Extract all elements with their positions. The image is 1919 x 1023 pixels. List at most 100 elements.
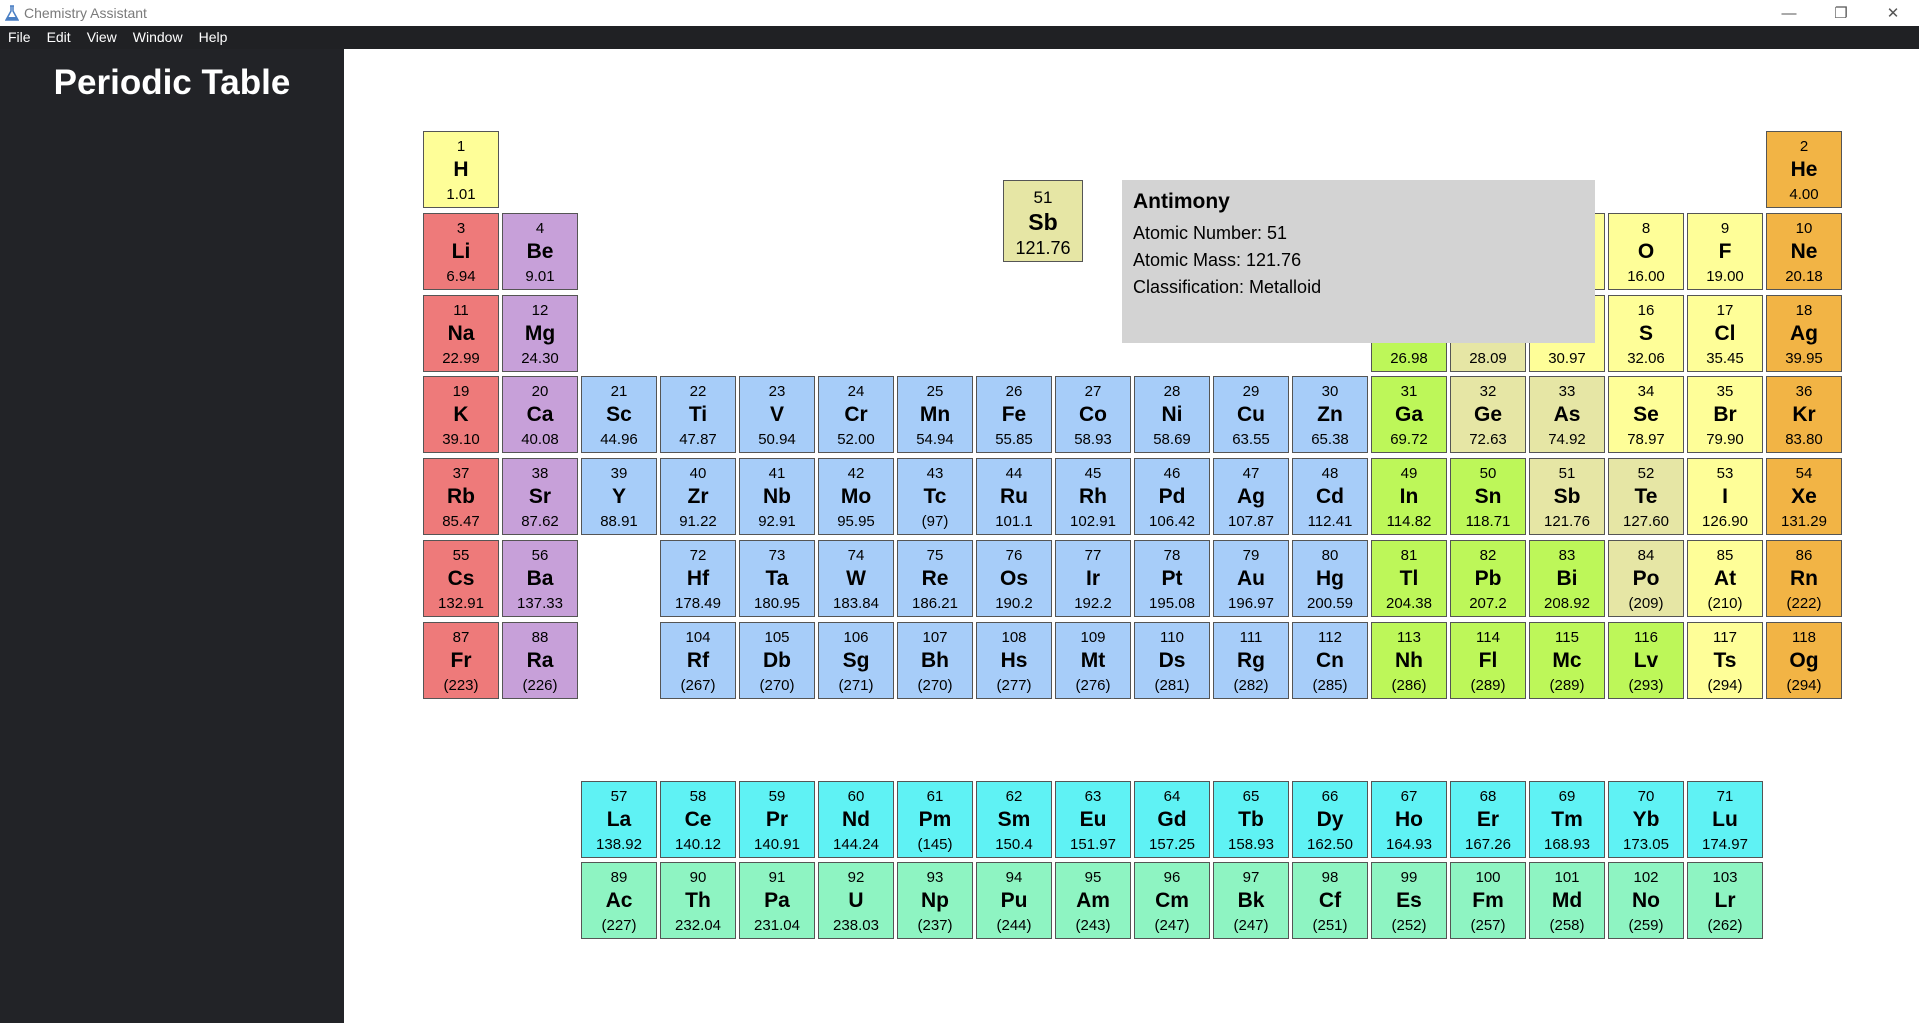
element-cell-cm[interactable]: 96 Cm (247) [1134, 862, 1210, 939]
element-cell-bh[interactable]: 107 Bh (270) [897, 621, 973, 699]
element-cell-s[interactable]: 16 S 32.06 [1608, 294, 1684, 372]
element-cell-kr[interactable]: 36 Kr 83.80 [1766, 376, 1842, 454]
element-cell-np[interactable]: 93 Np (237) [897, 862, 973, 939]
element-cell-ne[interactable]: 10 Ne 20.18 [1766, 212, 1842, 290]
element-cell-nh[interactable]: 113 Nh (286) [1371, 621, 1447, 699]
element-cell-ni[interactable]: 28 Ni 58.69 [1134, 376, 1210, 454]
element-cell-ag[interactable]: 47 Ag 107.87 [1213, 458, 1289, 535]
element-cell-ts[interactable]: 117 Ts (294) [1687, 621, 1763, 699]
menu-window[interactable]: Window [125, 26, 191, 49]
element-cell-hg[interactable]: 80 Hg 200.59 [1292, 539, 1368, 617]
element-cell-lr[interactable]: 103 Lr (262) [1687, 862, 1763, 939]
element-cell-cd[interactable]: 48 Cd 112.41 [1292, 458, 1368, 535]
element-cell-fe[interactable]: 26 Fe 55.85 [976, 376, 1052, 454]
element-cell-am[interactable]: 95 Am (243) [1055, 862, 1131, 939]
element-cell-hf[interactable]: 72 Hf 178.49 [660, 539, 736, 617]
element-cell-mc[interactable]: 115 Mc (289) [1529, 621, 1605, 699]
element-cell-w[interactable]: 74 W 183.84 [818, 539, 894, 617]
element-cell-db[interactable]: 105 Db (270) [739, 621, 815, 699]
element-cell-dy[interactable]: 66 Dy 162.50 [1292, 781, 1368, 858]
element-cell-cu[interactable]: 29 Cu 63.55 [1213, 376, 1289, 454]
element-cell-os[interactable]: 76 Os 190.2 [976, 539, 1052, 617]
element-cell-be[interactable]: 4 Be 9.01 [502, 212, 578, 290]
element-cell-rh[interactable]: 45 Rh 102.91 [1055, 458, 1131, 535]
element-cell-at[interactable]: 85 At (210) [1687, 539, 1763, 617]
element-cell-as[interactable]: 33 As 74.92 [1529, 376, 1605, 454]
element-cell-la[interactable]: 57 La 138.92 [581, 781, 657, 858]
element-cell-mg[interactable]: 12 Mg 24.30 [502, 294, 578, 372]
element-cell-te[interactable]: 52 Te 127.60 [1608, 458, 1684, 535]
menu-view[interactable]: View [79, 26, 125, 49]
element-cell-cn[interactable]: 112 Cn (285) [1292, 621, 1368, 699]
element-cell-ca[interactable]: 20 Ca 40.08 [502, 376, 578, 454]
restore-button[interactable]: ❐ [1818, 0, 1864, 26]
menu-edit[interactable]: Edit [39, 26, 79, 49]
element-cell-au[interactable]: 79 Au 196.97 [1213, 539, 1289, 617]
element-cell-th[interactable]: 90 Th 232.04 [660, 862, 736, 939]
element-cell-cs[interactable]: 55 Cs 132.91 [423, 539, 499, 617]
element-cell-li[interactable]: 3 Li 6.94 [423, 212, 499, 290]
close-button[interactable]: ✕ [1870, 0, 1916, 26]
element-cell-cf[interactable]: 98 Cf (251) [1292, 862, 1368, 939]
element-cell-ta[interactable]: 73 Ta 180.95 [739, 539, 815, 617]
element-cell-no[interactable]: 102 No (259) [1608, 862, 1684, 939]
element-cell-f[interactable]: 9 F 19.00 [1687, 212, 1763, 290]
element-cell-cr[interactable]: 24 Cr 52.00 [818, 376, 894, 454]
element-cell-pu[interactable]: 94 Pu (244) [976, 862, 1052, 939]
element-cell-in[interactable]: 49 In 114.82 [1371, 458, 1447, 535]
element-cell-fl[interactable]: 114 Fl (289) [1450, 621, 1526, 699]
element-cell-se[interactable]: 34 Se 78.97 [1608, 376, 1684, 454]
element-cell-tc[interactable]: 43 Tc (97) [897, 458, 973, 535]
element-cell-ir[interactable]: 77 Ir 192.2 [1055, 539, 1131, 617]
element-cell-yb[interactable]: 70 Yb 173.05 [1608, 781, 1684, 858]
element-cell-pb[interactable]: 82 Pb 207.2 [1450, 539, 1526, 617]
element-cell-sc[interactable]: 21 Sc 44.96 [581, 376, 657, 454]
element-cell-lv[interactable]: 116 Lv (293) [1608, 621, 1684, 699]
element-cell-nb[interactable]: 41 Nb 92.91 [739, 458, 815, 535]
element-cell-ba[interactable]: 56 Ba 137.33 [502, 539, 578, 617]
element-cell-mo[interactable]: 42 Mo 95.95 [818, 458, 894, 535]
element-cell-ga[interactable]: 31 Ga 69.72 [1371, 376, 1447, 454]
element-cell-tm[interactable]: 69 Tm 168.93 [1529, 781, 1605, 858]
element-cell-pd[interactable]: 46 Pd 106.42 [1134, 458, 1210, 535]
element-cell-rb[interactable]: 37 Rb 85.47 [423, 458, 499, 535]
element-cell-bk[interactable]: 97 Bk (247) [1213, 862, 1289, 939]
element-cell-k[interactable]: 19 K 39.10 [423, 376, 499, 454]
element-cell-sr[interactable]: 38 Sr 87.62 [502, 458, 578, 535]
element-cell-cl[interactable]: 17 Cl 35.45 [1687, 294, 1763, 372]
element-cell-ac[interactable]: 89 Ac (227) [581, 862, 657, 939]
element-cell-ds[interactable]: 110 Ds (281) [1134, 621, 1210, 699]
element-cell-zn[interactable]: 30 Zn 65.38 [1292, 376, 1368, 454]
element-cell-er[interactable]: 68 Er 167.26 [1450, 781, 1526, 858]
element-cell-fr[interactable]: 87 Fr (223) [423, 621, 499, 699]
element-cell-ce[interactable]: 58 Ce 140.12 [660, 781, 736, 858]
element-cell-pr[interactable]: 59 Pr 140.91 [739, 781, 815, 858]
element-cell-tl[interactable]: 81 Tl 204.38 [1371, 539, 1447, 617]
element-cell-ti[interactable]: 22 Ti 47.87 [660, 376, 736, 454]
element-cell-mn[interactable]: 25 Mn 54.94 [897, 376, 973, 454]
element-cell-pa[interactable]: 91 Pa 231.04 [739, 862, 815, 939]
menu-file[interactable]: File [0, 26, 39, 49]
menu-help[interactable]: Help [191, 26, 236, 49]
element-cell-br[interactable]: 35 Br 79.90 [1687, 376, 1763, 454]
element-cell-ag[interactable]: 18 Ag 39.95 [1766, 294, 1842, 372]
element-cell-ru[interactable]: 44 Ru 101.1 [976, 458, 1052, 535]
element-cell-ge[interactable]: 32 Ge 72.63 [1450, 376, 1526, 454]
element-cell-sg[interactable]: 106 Sg (271) [818, 621, 894, 699]
minimize-button[interactable]: — [1766, 0, 1812, 26]
element-cell-lu[interactable]: 71 Lu 174.97 [1687, 781, 1763, 858]
element-cell-u[interactable]: 92 U 238.03 [818, 862, 894, 939]
element-cell-o[interactable]: 8 O 16.00 [1608, 212, 1684, 290]
element-cell-gd[interactable]: 64 Gd 157.25 [1134, 781, 1210, 858]
element-cell-og[interactable]: 118 Og (294) [1766, 621, 1842, 699]
element-cell-zr[interactable]: 40 Zr 91.22 [660, 458, 736, 535]
element-cell-v[interactable]: 23 V 50.94 [739, 376, 815, 454]
element-cell-fm[interactable]: 100 Fm (257) [1450, 862, 1526, 939]
element-cell-rg[interactable]: 111 Rg (282) [1213, 621, 1289, 699]
element-cell-pm[interactable]: 61 Pm (145) [897, 781, 973, 858]
element-cell-eu[interactable]: 63 Eu 151.97 [1055, 781, 1131, 858]
element-cell-po[interactable]: 84 Po (209) [1608, 539, 1684, 617]
element-cell-nd[interactable]: 60 Nd 144.24 [818, 781, 894, 858]
element-cell-ra[interactable]: 88 Ra (226) [502, 621, 578, 699]
element-cell-rn[interactable]: 86 Rn (222) [1766, 539, 1842, 617]
